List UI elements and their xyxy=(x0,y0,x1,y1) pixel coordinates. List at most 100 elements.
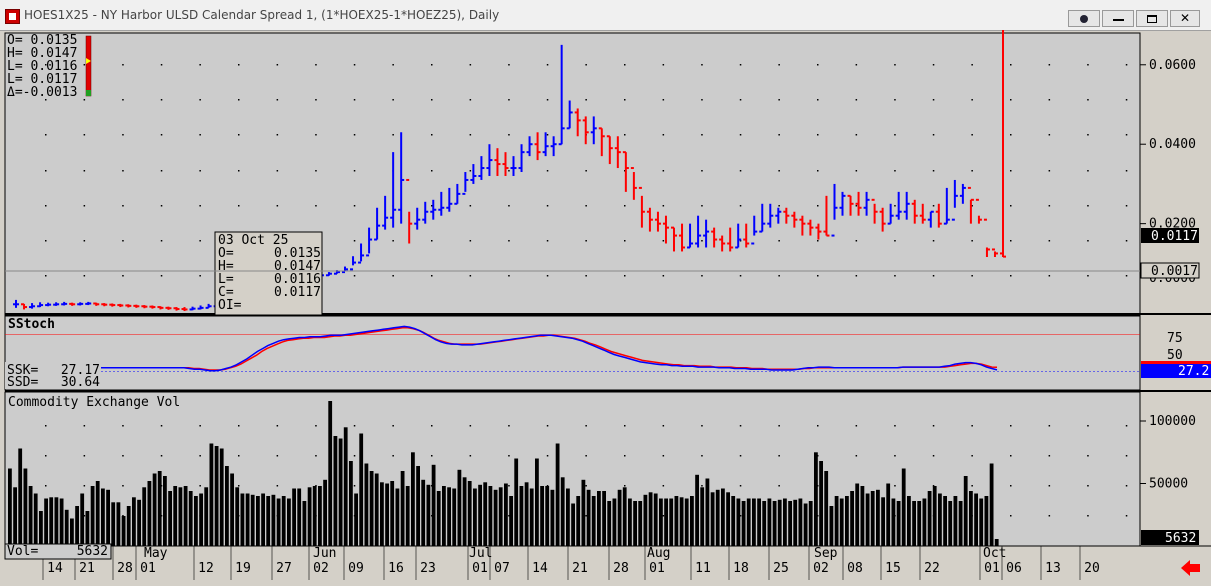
volume-bar xyxy=(390,481,395,546)
grid-dot xyxy=(894,425,896,427)
grid-dot xyxy=(45,134,47,136)
minimize-button[interactable] xyxy=(1102,10,1134,27)
grid-dot xyxy=(122,64,124,66)
grid-dot xyxy=(855,425,858,427)
volume-bar xyxy=(824,471,829,546)
grid-dot xyxy=(392,64,394,66)
maximize-button[interactable] xyxy=(1136,10,1168,27)
x-axis-day-label: 23 xyxy=(420,561,436,576)
grid-dot xyxy=(1010,485,1012,487)
volume-bar xyxy=(85,511,90,546)
stoch-panel[interactable] xyxy=(4,315,1141,391)
grid-dot xyxy=(392,99,394,101)
volume-bar xyxy=(261,493,265,546)
grid-dot xyxy=(701,425,703,427)
volume-bar xyxy=(447,487,451,547)
grid-dot xyxy=(855,170,858,172)
volume-bar xyxy=(152,473,157,546)
title-bar[interactable]: HOES1X25 - NY Harbor ULSD Calendar Sprea… xyxy=(0,0,1211,31)
grid-dot xyxy=(160,99,163,101)
volume-bar xyxy=(690,496,694,546)
volume-bar xyxy=(250,494,255,547)
grid-dot xyxy=(238,134,240,136)
grid-dot xyxy=(1048,275,1051,277)
volume-bar xyxy=(850,491,854,546)
close-button[interactable]: ✕ xyxy=(1170,10,1200,27)
volume-bar xyxy=(969,491,973,546)
grid-dot xyxy=(585,275,587,277)
grid-dot xyxy=(817,240,819,242)
volume-bar xyxy=(318,486,322,546)
grid-dot xyxy=(122,425,124,427)
grid-dot xyxy=(276,170,279,172)
left-arrow-icon[interactable] xyxy=(1181,560,1200,576)
volume-bar xyxy=(994,539,999,546)
grid-dot xyxy=(1048,455,1051,457)
grid-dot xyxy=(971,275,973,277)
volume-bar xyxy=(566,488,570,546)
volume-bar xyxy=(767,498,772,546)
grid-dot xyxy=(238,64,240,66)
grid-dot xyxy=(45,240,47,242)
grid-dot xyxy=(431,425,433,427)
grid-dot xyxy=(508,425,510,427)
volume-bar xyxy=(380,482,384,547)
grid-dot xyxy=(122,275,124,277)
x-axis-month-label: Aug xyxy=(647,546,670,561)
x-axis-day-label: 08 xyxy=(847,561,863,576)
grid-dot xyxy=(778,485,780,487)
volume-bar xyxy=(478,484,482,547)
grid-dot xyxy=(315,170,317,172)
volume-axis-tick-label: 100000 xyxy=(1149,414,1196,429)
volume-bar xyxy=(276,498,281,546)
chart-area[interactable]: 0.06000.04000.02001000005000014 21 28 01 12 1… xyxy=(0,30,1211,586)
grid-dot xyxy=(585,455,587,457)
last-price-tag-text: 0.0117 xyxy=(1151,229,1198,244)
grid-dot xyxy=(971,134,973,136)
grid-dot xyxy=(469,275,472,277)
grid-dot xyxy=(701,64,703,66)
grid-dot xyxy=(585,240,587,242)
volume-bar xyxy=(958,501,963,546)
grid-dot xyxy=(315,425,317,427)
grid-dot xyxy=(238,485,240,487)
grid-dot xyxy=(701,275,703,277)
data-window[interactable]: 03 Oct 25 O= 0.0135 H= 0.0147 L= 0.0116 … xyxy=(214,231,323,316)
grid-dot xyxy=(624,485,626,487)
volume-bar xyxy=(271,494,276,547)
volume-bar xyxy=(338,438,343,546)
grid-dot xyxy=(199,99,201,101)
volume-bar xyxy=(452,488,457,546)
volume-bar xyxy=(307,487,312,547)
volume-bar xyxy=(741,501,746,546)
volume-bar xyxy=(571,503,575,546)
volume-bar xyxy=(772,501,777,546)
grid-dot xyxy=(1125,425,1128,427)
volume-bar xyxy=(617,489,622,547)
grid-dot xyxy=(894,240,896,242)
grid-dot xyxy=(739,275,742,277)
volume-bar xyxy=(13,487,17,547)
volume-bar xyxy=(922,498,927,546)
volume-bar xyxy=(953,496,958,546)
volume-bar xyxy=(597,491,601,546)
volume-bar xyxy=(116,502,121,547)
grid-dot xyxy=(1010,455,1012,457)
volume-bar xyxy=(788,501,792,546)
grid-dot xyxy=(1125,99,1128,101)
grid-dot xyxy=(701,134,703,136)
volume-bar xyxy=(462,477,467,547)
grid-dot xyxy=(971,64,973,66)
volume-bar xyxy=(907,496,911,546)
link-color-button[interactable] xyxy=(1068,10,1100,27)
volume-bar xyxy=(245,493,250,546)
app-icon[interactable] xyxy=(5,9,20,24)
volume-bar xyxy=(674,496,679,546)
volume-bar xyxy=(157,471,162,546)
grid-dot xyxy=(353,99,356,101)
volume-bar xyxy=(354,493,358,546)
grid-dot xyxy=(662,170,665,172)
grid-dot xyxy=(1048,134,1051,136)
price-panel[interactable] xyxy=(4,32,1141,316)
grid-dot xyxy=(701,455,703,457)
